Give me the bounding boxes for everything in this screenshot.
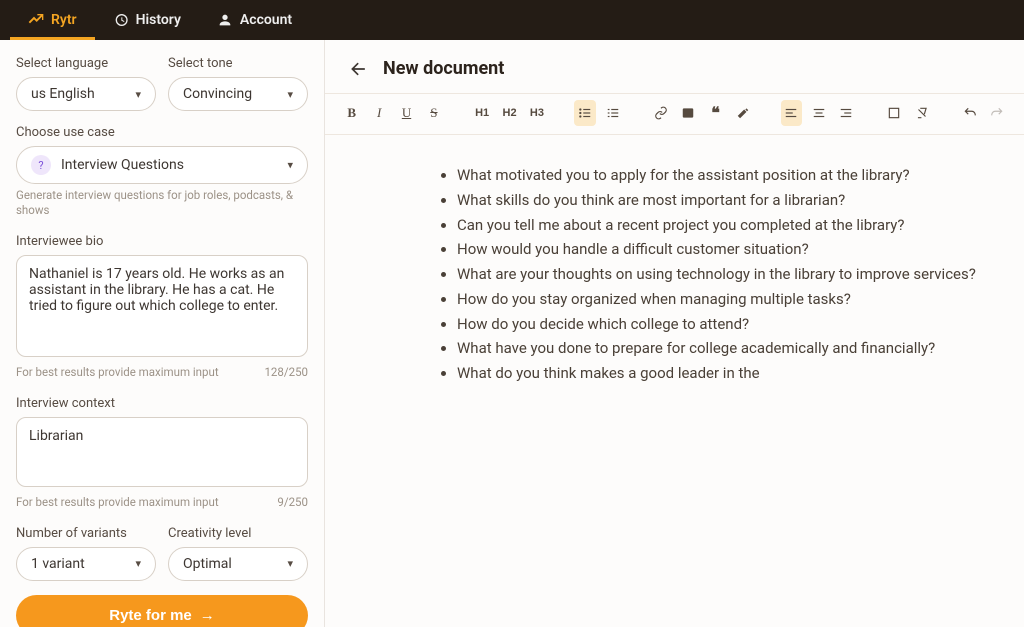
top-nav: Rytr History Account xyxy=(0,0,1024,40)
list-item: How do you stay organized when managing … xyxy=(457,287,1000,312)
nav-brand[interactable]: Rytr xyxy=(10,0,95,40)
bullet-list: What motivated you to apply for the assi… xyxy=(435,163,1000,386)
usecase-help: Generate interview questions for job rol… xyxy=(16,188,308,218)
bio-counter: 128/250 xyxy=(264,365,308,380)
nav-account-label: Account xyxy=(240,12,292,28)
bio-textarea[interactable] xyxy=(16,255,308,357)
image-icon xyxy=(681,106,695,120)
bio-help: For best results provide maximum input xyxy=(16,365,219,380)
redo-button[interactable] xyxy=(987,100,1008,126)
highlight-icon xyxy=(736,106,750,120)
list-item: What skills do you think are most import… xyxy=(457,188,1000,213)
generate-button[interactable]: Ryte for me → xyxy=(16,595,308,627)
list-item: What are your thoughts on using technolo… xyxy=(457,262,1000,287)
nav-history[interactable]: History xyxy=(95,0,199,40)
expand-icon xyxy=(887,106,901,120)
document-header: New document xyxy=(325,40,1024,93)
list-item: What motivated you to apply for the assi… xyxy=(457,163,1000,188)
list-item: How would you handle a difficult custome… xyxy=(457,237,1000,262)
bulleted-list-icon xyxy=(578,106,592,120)
chevron-down-icon: ▾ xyxy=(287,159,293,172)
context-help: For best results provide maximum input xyxy=(16,495,219,510)
align-center-icon xyxy=(812,106,826,120)
align-right-button[interactable] xyxy=(835,100,856,126)
strike-button[interactable]: S xyxy=(423,100,444,126)
list-item: What do you think makes a good leader in… xyxy=(457,361,1000,386)
context-counter: 9/250 xyxy=(277,495,308,510)
chevron-down-icon: ▾ xyxy=(287,88,293,101)
numbered-list-button[interactable] xyxy=(602,100,623,126)
editor-toolbar: B I U S H1 H2 H3 ❝ xyxy=(325,93,1024,135)
generate-label: Ryte for me xyxy=(109,607,192,624)
chevron-down-icon: ▾ xyxy=(135,88,141,101)
link-icon xyxy=(654,106,668,120)
tone-label: Select tone xyxy=(168,56,308,71)
usecase-select[interactable]: ? Interview Questions ▾ xyxy=(16,146,308,184)
tone-value: Convincing xyxy=(183,86,252,102)
numbered-list-icon xyxy=(606,106,620,120)
h2-button[interactable]: H2 xyxy=(499,100,520,126)
clear-format-button[interactable] xyxy=(911,100,932,126)
list-item: How do you decide which college to atten… xyxy=(457,312,1000,337)
usecase-value: Interview Questions xyxy=(61,157,184,173)
underline-button[interactable]: U xyxy=(396,100,417,126)
variants-select[interactable]: 1 variant ▾ xyxy=(16,547,156,581)
back-icon[interactable] xyxy=(349,59,369,79)
align-left-icon xyxy=(784,106,798,120)
list-item: Can you tell me about a recent project y… xyxy=(457,213,1000,238)
creativity-select[interactable]: Optimal ▾ xyxy=(168,547,308,581)
arrow-right-icon: → xyxy=(200,607,215,624)
account-icon xyxy=(217,12,233,28)
variants-value: 1 variant xyxy=(31,556,85,572)
clear-format-icon xyxy=(915,106,929,120)
editor-content[interactable]: What motivated you to apply for the assi… xyxy=(325,135,1024,627)
history-icon xyxy=(113,12,129,28)
undo-icon xyxy=(963,106,977,120)
main-layout: Select language us English ▾ Select tone… xyxy=(0,40,1024,627)
highlight-button[interactable] xyxy=(732,100,753,126)
tone-select[interactable]: Convincing ▾ xyxy=(168,77,308,111)
context-label: Interview context xyxy=(16,396,308,411)
language-select[interactable]: us English ▾ xyxy=(16,77,156,111)
redo-icon xyxy=(990,106,1004,120)
expand-button[interactable] xyxy=(884,100,905,126)
creativity-value: Optimal xyxy=(183,556,232,572)
image-button[interactable] xyxy=(678,100,699,126)
align-right-icon xyxy=(839,106,853,120)
h3-button[interactable]: H3 xyxy=(526,100,547,126)
document-title: New document xyxy=(383,58,504,79)
chevron-down-icon: ▾ xyxy=(287,557,293,570)
usecase-label: Choose use case xyxy=(16,125,308,140)
link-button[interactable] xyxy=(650,100,671,126)
align-left-button[interactable] xyxy=(781,100,802,126)
nav-brand-label: Rytr xyxy=(51,12,77,28)
language-value: us English xyxy=(31,86,95,102)
nav-account[interactable]: Account xyxy=(199,0,310,40)
quote-button[interactable]: ❝ xyxy=(705,100,726,126)
chevron-down-icon: ▾ xyxy=(135,557,141,570)
align-center-button[interactable] xyxy=(808,100,829,126)
variants-label: Number of variants xyxy=(16,526,156,541)
language-label: Select language xyxy=(16,56,156,71)
bulleted-list-button[interactable] xyxy=(574,100,595,126)
editor-pane: New document B I U S H1 H2 H3 xyxy=(325,40,1024,627)
context-textarea[interactable] xyxy=(16,417,308,487)
nav-history-label: History xyxy=(136,12,181,28)
undo-button[interactable] xyxy=(959,100,980,126)
list-item: What have you done to prepare for colleg… xyxy=(457,336,1000,361)
creativity-label: Creativity level xyxy=(168,526,308,541)
question-icon: ? xyxy=(31,155,51,175)
bold-button[interactable]: B xyxy=(341,100,362,126)
brand-icon xyxy=(28,12,44,28)
h1-button[interactable]: H1 xyxy=(471,100,492,126)
italic-button[interactable]: I xyxy=(368,100,389,126)
bio-label: Interviewee bio xyxy=(16,234,308,249)
sidebar: Select language us English ▾ Select tone… xyxy=(0,40,325,627)
